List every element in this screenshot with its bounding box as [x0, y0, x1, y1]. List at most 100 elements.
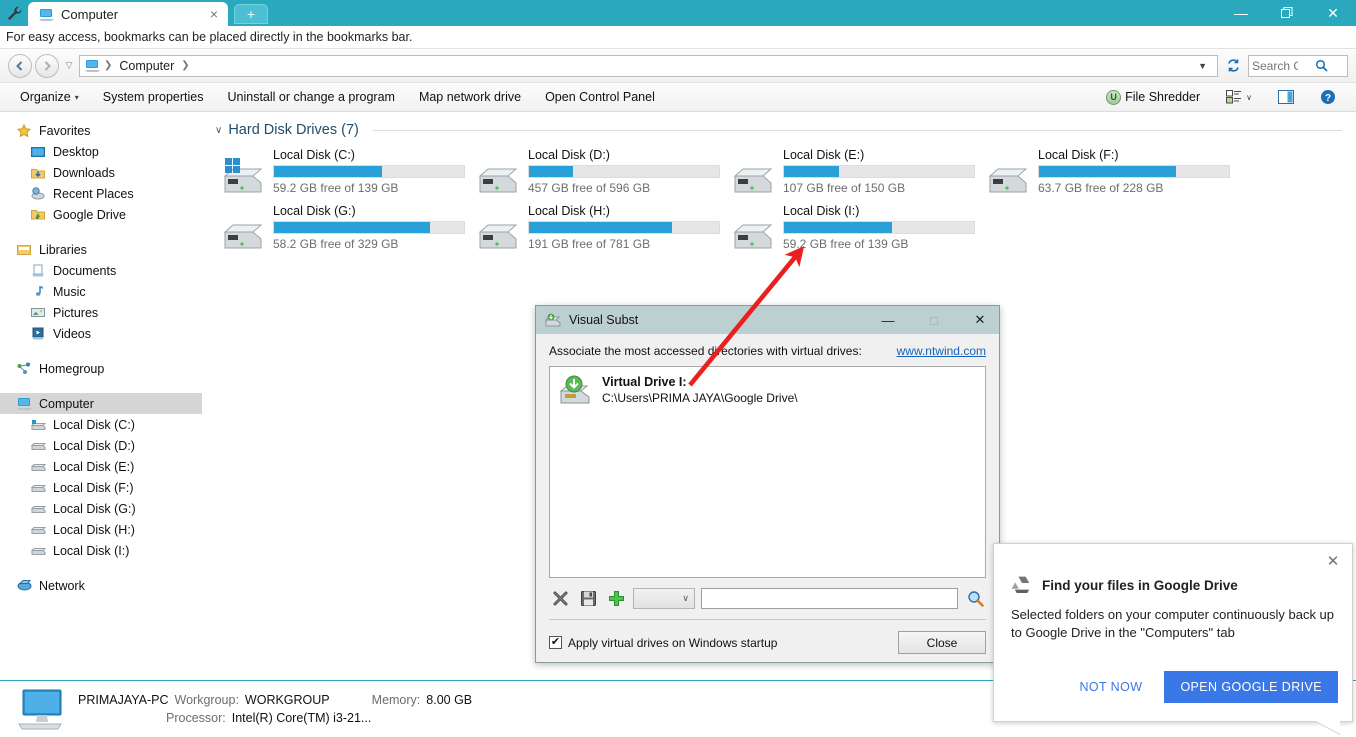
google-drive-actions: NOT NOW OPEN GOOGLE DRIVE — [1067, 671, 1338, 703]
close-tab-icon[interactable]: × — [206, 6, 222, 22]
uninstall-program-button[interactable]: Uninstall or change a program — [215, 85, 406, 109]
visual-subst-toolbar: ∨ — [549, 587, 986, 609]
group-divider — [372, 129, 1342, 131]
drive-info: Local Disk (D:) 457 GB free of 596 GB — [528, 146, 721, 195]
sidebar-item-local-disk-g[interactable]: Local Disk (G:) — [0, 498, 202, 519]
sidebar-item-local-disk-h[interactable]: Local Disk (H:) — [0, 519, 202, 540]
address-breadcrumb-box[interactable]: ❯ Computer ❯ ▼ — [79, 54, 1218, 77]
breadcrumb-separator: ❯ — [104, 60, 113, 71]
sidebar-item-local-disk-d[interactable]: Local Disk (D:) — [0, 435, 202, 456]
search-icon[interactable] — [1298, 58, 1344, 74]
hard-disk-drives-group-header[interactable]: ∨ Hard Disk Drives (7) — [215, 122, 1356, 138]
drive-icon — [30, 522, 46, 538]
sidebar-item-music[interactable]: Music — [0, 281, 202, 302]
minimize-button[interactable]: — — [1218, 0, 1264, 26]
startup-checkbox[interactable]: ✔ — [549, 636, 562, 649]
star-icon — [16, 123, 32, 139]
change-view-button[interactable]: ∨ — [1214, 85, 1264, 109]
sidebar-item-recent-places[interactable]: Recent Places — [0, 183, 202, 204]
drive-icon — [30, 543, 46, 559]
help-button[interactable]: ? — [1308, 85, 1348, 109]
sidebar-item-local-disk-c[interactable]: Local Disk (C:) — [0, 414, 202, 435]
startup-checkbox-row[interactable]: ✔ Apply virtual drives on Windows startu… — [549, 636, 777, 650]
sidebar-item-downloads[interactable]: Downloads — [0, 162, 202, 183]
tab-label: Computer — [61, 6, 119, 22]
open-google-drive-button[interactable]: OPEN GOOGLE DRIVE — [1164, 671, 1338, 703]
sidebar-item-local-disk-e[interactable]: Local Disk (E:) — [0, 456, 202, 477]
open-control-panel-button[interactable]: Open Control Panel — [533, 85, 667, 109]
virtual-drive-list[interactable]: Virtual Drive I: C:\Users\PRIMA JAYA\Goo… — [549, 366, 986, 578]
wrench-icon[interactable] — [0, 0, 28, 26]
save-icon[interactable] — [577, 587, 599, 609]
drive-tile-i[interactable]: Local Disk (I:) 59.2 GB free of 139 GB — [725, 200, 980, 256]
command-bar-right: U File Shredder ∨ ? — [1094, 85, 1348, 109]
breadcrumb-computer[interactable]: Computer — [116, 59, 177, 73]
sidebar-item-google-drive[interactable]: Google Drive — [0, 204, 202, 225]
drive-letter-select[interactable]: ∨ — [633, 587, 695, 609]
add-icon[interactable] — [605, 587, 627, 609]
drive-capacity-bar — [1038, 165, 1230, 178]
drive-name: Local Disk (I:) — [783, 204, 860, 218]
browse-icon[interactable] — [964, 587, 986, 609]
drive-icon — [729, 212, 775, 254]
breadcrumb-separator-end[interactable]: ❯ — [181, 60, 189, 71]
close-window-button[interactable]: ✕ — [1310, 0, 1356, 26]
organize-menu[interactable]: Organize ▾ — [8, 85, 91, 109]
file-shredder-button[interactable]: U File Shredder — [1094, 85, 1212, 109]
drive-tile-e[interactable]: Local Disk (E:) 107 GB free of 150 GB — [725, 144, 980, 200]
new-tab-button[interactable]: + — [234, 4, 268, 24]
virtual-drive-list-item[interactable]: Virtual Drive I: C:\Users\PRIMA JAYA\Goo… — [558, 375, 977, 405]
search-box[interactable]: Search Co... — [1248, 54, 1348, 77]
drive-tile-d[interactable]: Local Disk (D:) 457 GB free of 596 GB — [470, 144, 725, 200]
google-drive-title: Find your files in Google Drive — [1042, 577, 1238, 593]
back-button[interactable] — [8, 53, 32, 78]
drive-tile-h[interactable]: Local Disk (H:) 191 GB free of 781 GB — [470, 200, 725, 256]
visual-subst-minimize-button[interactable]: — — [869, 306, 907, 334]
drive-info: Local Disk (I:) 59.2 GB free of 139 GB — [783, 202, 976, 251]
drive-name: Local Disk (E:) — [783, 148, 865, 162]
delete-icon[interactable] — [549, 587, 571, 609]
sidebar-item-libraries[interactable]: Libraries — [0, 239, 202, 260]
ntwind-link[interactable]: www.ntwind.com — [897, 344, 986, 358]
sidebar-item-network[interactable]: Network — [0, 575, 202, 596]
sidebar-item-local-disk-i[interactable]: Local Disk (I:) — [0, 540, 202, 561]
preview-pane-button[interactable] — [1266, 85, 1306, 109]
google-drive-header: Find your files in Google Drive — [994, 544, 1352, 595]
visual-subst-close-button[interactable]: ✕ — [961, 306, 999, 334]
system-properties-button[interactable]: System properties — [91, 85, 216, 109]
drive-tile-f[interactable]: Local Disk (F:) 63.7 GB free of 228 GB — [980, 144, 1235, 200]
history-dropdown-icon[interactable]: ▽ — [62, 60, 76, 71]
group-title: Hard Disk Drives (7) — [228, 122, 359, 138]
folder-path-input[interactable] — [701, 587, 958, 609]
visual-subst-close-action-button[interactable]: Close — [898, 631, 986, 654]
drive-capacity-fill — [274, 166, 383, 177]
sidebar-item-videos[interactable]: Videos — [0, 323, 202, 344]
sidebar-item-local-disk-f[interactable]: Local Disk (F:) — [0, 477, 202, 498]
visual-subst-maximize-button[interactable]: □ — [915, 306, 953, 334]
maximize-button[interactable] — [1264, 0, 1310, 26]
drive-name: Local Disk (C:) — [273, 148, 355, 162]
refresh-icon[interactable] — [1221, 55, 1245, 77]
address-dropdown-icon[interactable]: ▼ — [1192, 61, 1213, 71]
drive-tile-g[interactable]: Local Disk (G:) 58.2 GB free of 329 GB — [215, 200, 470, 256]
drive-icon — [30, 459, 46, 475]
sidebar-item-homegroup[interactable]: Homegroup — [0, 358, 202, 379]
forward-button[interactable] — [35, 53, 59, 78]
chevron-down-icon: ∨ — [682, 592, 689, 603]
visual-subst-titlebar[interactable]: Visual Subst — □ ✕ — [536, 306, 999, 334]
tab-computer[interactable]: Computer × — [28, 2, 228, 26]
map-network-drive-button[interactable]: Map network drive — [407, 85, 533, 109]
sidebar-item-favorites[interactable]: Favorites — [0, 120, 202, 141]
sidebar-item-computer[interactable]: Computer — [0, 393, 202, 414]
chevron-down-icon[interactable]: ∨ — [215, 125, 222, 136]
drive-info: Local Disk (C:) 59.2 GB free of 139 GB — [273, 146, 466, 195]
sidebar-item-desktop[interactable]: Desktop — [0, 141, 202, 162]
sidebar-item-pictures[interactable]: Pictures — [0, 302, 202, 323]
virtual-drive-entry-text: Virtual Drive I: C:\Users\PRIMA JAYA\Goo… — [602, 375, 798, 405]
sidebar-item-documents[interactable]: Documents — [0, 260, 202, 281]
not-now-button[interactable]: NOT NOW — [1067, 672, 1154, 702]
close-icon[interactable]: ✕ — [1324, 552, 1342, 570]
drive-tile-c[interactable]: Local Disk (C:) 59.2 GB free of 139 GB — [215, 144, 470, 200]
recent-places-icon — [30, 186, 46, 202]
drive-grid: Local Disk (C:) 59.2 GB free of 139 GB L… — [215, 144, 1356, 256]
